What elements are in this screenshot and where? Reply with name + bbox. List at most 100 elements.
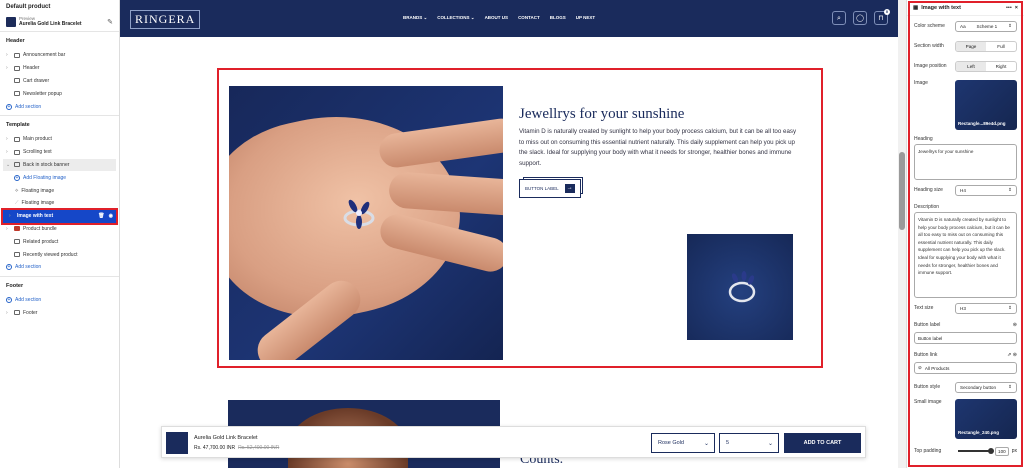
color-scheme-select[interactable]: Aa Scheme 1 ⇕	[955, 20, 1017, 32]
heading-label: Heading	[914, 136, 933, 142]
section-item-related-product[interactable]: Related product	[6, 235, 113, 248]
cart-icon[interactable]: ⊓ 0	[874, 9, 890, 25]
chevron-right-icon[interactable]: ›	[9, 213, 14, 219]
chevron-right-icon[interactable]: ›	[6, 65, 11, 71]
heading-input[interactable]: Jewellrys for your sunshine	[914, 144, 1017, 180]
chevron-right-icon[interactable]: ›	[6, 136, 11, 142]
text-size-select[interactable]: H3 ⇕	[955, 302, 1017, 314]
scheme-swatch-icon: Aa	[960, 23, 966, 29]
group-title-footer: Footer	[6, 282, 24, 289]
menu-item-up-next[interactable]: UP NEXT	[576, 15, 595, 21]
menu-item-contact[interactable]: CONTACT	[518, 15, 540, 21]
top-padding-slider[interactable]: 100 px	[958, 446, 1017, 456]
variant-select[interactable]: Rose Gold ⌄	[651, 433, 715, 453]
trash-icon[interactable]: 🗑	[98, 213, 104, 219]
section-label: Product bundle	[23, 225, 57, 232]
section-item-newsletter-popup[interactable]: Newsletter popup	[6, 87, 113, 100]
button-link-input[interactable]: ⊘ All Products	[914, 362, 1017, 374]
menu-item-blogs[interactable]: BLOGS	[550, 15, 566, 21]
chevron-updown-icon: ⇕	[1008, 384, 1012, 389]
menu-item-about-us[interactable]: ABOUT US	[485, 15, 509, 21]
setting-label: Top padding	[914, 448, 942, 454]
image-with-text-section[interactable]: Jewellrys for your sunshine Vitamin D is…	[217, 68, 823, 368]
chevron-right-icon[interactable]: ›	[6, 226, 11, 232]
select-value: Secondary button	[960, 384, 997, 390]
section-item-announcement-bar[interactable]: › Announcement bar	[6, 49, 113, 62]
text-size-setting: Text size H3 ⇕	[907, 298, 1024, 318]
section-label: Main product	[23, 136, 52, 143]
chevron-right-icon[interactable]: ›	[6, 310, 11, 316]
chevron-down-icon: ⌄	[767, 441, 773, 447]
scrollbar-thumb[interactable]	[899, 152, 905, 230]
position-option-right[interactable]: Right	[986, 62, 1016, 71]
chevron-updown-icon: ⇕	[1008, 305, 1012, 310]
eye-icon[interactable]: ◉	[109, 213, 113, 219]
top-padding-value[interactable]: 100	[995, 446, 1009, 456]
header-group: Header › Announcement bar › Header Cart dr…	[0, 32, 119, 116]
section-item-header[interactable]: › Header	[6, 62, 113, 75]
section-icon	[14, 91, 20, 97]
top-padding-setting: Top padding 100 px	[907, 441, 1024, 461]
section-item-back-in-stock-banner[interactable]: ⌄ Back in stock banner	[3, 158, 116, 172]
section-button[interactable]: BUTTON LABEL →	[519, 179, 581, 198]
width-option-page[interactable]: Page	[956, 41, 986, 51]
size-value: 5	[726, 440, 730, 446]
select-value: H4	[960, 187, 966, 193]
section-icon	[14, 136, 20, 142]
button-style-setting: Button style Secondary button ⇕	[907, 377, 1024, 397]
add-section-header[interactable]: + Add section	[6, 100, 113, 113]
chevron-right-icon[interactable]: ›	[6, 52, 11, 58]
external-link-icon[interactable]: ⇗	[1007, 352, 1011, 358]
size-select[interactable]: 5 ⌄	[719, 433, 779, 453]
edit-pencil-icon[interactable]: ✎	[107, 18, 113, 26]
description-input[interactable]: Vitamin D is naturally created by sunlig…	[914, 212, 1017, 298]
width-option-full[interactable]: Full	[986, 42, 1016, 51]
chevron-down-icon[interactable]: ⌄	[6, 162, 11, 168]
color-scheme-setting: Color scheme Aa Scheme 1 ⇕	[907, 16, 1024, 36]
block-item-floating-image[interactable]: ⟡ Floating image	[6, 184, 113, 197]
section-item-scrolling-text[interactable]: › Scrolling text	[6, 146, 113, 159]
variant-value: Rose Gold	[658, 440, 684, 446]
search-icon[interactable]: ⌕	[832, 11, 846, 25]
section-item-recently-viewed[interactable]: Recently viewed product	[6, 248, 113, 261]
section-item-cart-drawer[interactable]: Cart drawer	[6, 75, 113, 88]
button-label-input[interactable]: Button label	[914, 332, 1017, 344]
setting-label: Button link	[914, 352, 938, 358]
sticky-price: Rs. 47,700.00 INR Rs. 52,400.00 INR	[194, 445, 279, 451]
canvas-scrollbar[interactable]	[898, 0, 906, 468]
dynamic-source-icon[interactable]: ⊜	[1013, 352, 1017, 358]
add-section-footer[interactable]: + Add section	[6, 294, 113, 307]
menu-item-brands[interactable]: BRANDS ⌄	[403, 15, 427, 21]
position-option-left[interactable]: Left	[956, 61, 986, 71]
section-item-image-with-text[interactable]: › Image with text 🗑 ◉	[1, 207, 118, 225]
section-item-footer[interactable]: › Footer	[6, 307, 113, 320]
slider-track[interactable]	[958, 448, 995, 454]
button-style-select[interactable]: Secondary button ⇕	[955, 381, 1017, 393]
plus-circle-icon: +	[6, 264, 12, 271]
chevron-right-icon[interactable]: ›	[6, 149, 11, 155]
sticky-product-name: Aurelia Gold Link Bracelet	[194, 435, 258, 441]
add-to-cart-button[interactable]: ADD TO CART	[784, 433, 861, 453]
link-icon: ⊘	[918, 365, 922, 370]
section-item-product-bundle[interactable]: › Product bundle	[6, 223, 113, 236]
site-logo[interactable]: RINGERA	[130, 10, 201, 29]
site-header: RINGERA BRANDS ⌄ COLLECTIONS ⌄ ABOUT US …	[120, 0, 898, 37]
product-thumbnail	[6, 16, 16, 27]
preview-selector[interactable]: Preview Aurelia Gold Link Bracelet ✎	[6, 16, 113, 27]
add-floating-image[interactable]: + Add Floating image	[6, 171, 113, 184]
close-icon[interactable]: ×	[1015, 5, 1018, 11]
menu-item-collections[interactable]: COLLECTIONS ⌄	[437, 15, 474, 21]
more-options-icon[interactable]: •••	[1006, 5, 1012, 11]
main-image	[229, 86, 503, 360]
template-title: Default product	[6, 4, 51, 10]
image-picker[interactable]: Rectangle...89e4d.png	[955, 80, 1017, 130]
block-item-floating-image[interactable]: ⟋ Floating image	[6, 197, 113, 210]
add-section-template[interactable]: + Add section	[6, 261, 113, 274]
dynamic-source-icon[interactable]: ⊜	[1013, 322, 1017, 328]
slider-knob[interactable]	[988, 448, 995, 454]
section-item-main-product[interactable]: › Main product	[6, 133, 113, 146]
account-icon[interactable]: ◯	[853, 11, 867, 25]
small-image-picker[interactable]: Rectangle_240.png	[955, 399, 1017, 439]
ring-icon	[728, 271, 756, 303]
heading-size-select[interactable]: H4 ⇕	[955, 184, 1017, 196]
